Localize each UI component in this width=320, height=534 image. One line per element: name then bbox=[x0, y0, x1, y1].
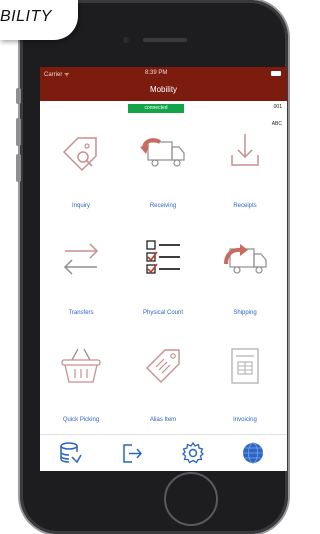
tile-label: Quick Picking bbox=[62, 417, 100, 423]
tile-inquiry[interactable]: Inquiry bbox=[40, 127, 122, 227]
tile-quick-picking[interactable]: Quick Picking bbox=[40, 341, 122, 441]
app-screen: Carrier ᯤ 8:39 PM Mobility connected 001… bbox=[40, 67, 287, 471]
tile-shipping[interactable]: Shipping bbox=[204, 234, 286, 334]
tile-label: Receipts bbox=[233, 203, 257, 209]
volume-down-button[interactable] bbox=[16, 154, 21, 182]
checklist-icon bbox=[146, 240, 180, 274]
tile-transfers[interactable]: Transfers bbox=[40, 234, 122, 334]
mute-switch[interactable] bbox=[16, 88, 21, 104]
tile-receiving[interactable]: Receiving bbox=[122, 127, 204, 227]
status-bar: Carrier ᯤ 8:39 PM bbox=[40, 67, 287, 81]
tile-label: Physical Count bbox=[142, 310, 184, 316]
volume-up-button[interactable] bbox=[16, 118, 21, 146]
camera bbox=[123, 37, 129, 43]
tile-receipts[interactable]: Receipts bbox=[204, 127, 286, 227]
code-line-1: 001 bbox=[273, 104, 282, 110]
transfer-arrows-icon bbox=[63, 243, 99, 275]
globe-icon[interactable] bbox=[241, 441, 265, 465]
tag-icon bbox=[146, 349, 180, 383]
speaker bbox=[143, 38, 187, 42]
gear-icon[interactable] bbox=[181, 441, 205, 465]
home-button[interactable] bbox=[164, 472, 218, 526]
basket-icon bbox=[61, 348, 101, 383]
battery-icon bbox=[271, 71, 281, 76]
tile-invoicing[interactable]: Invoicing bbox=[204, 341, 286, 441]
tile-label: Shipping bbox=[233, 310, 257, 316]
tab-bar bbox=[40, 434, 287, 471]
nav-bar: Mobility bbox=[40, 81, 287, 101]
page-title: Mobility bbox=[149, 85, 178, 94]
carrier-label: Carrier ᯤ bbox=[44, 72, 70, 78]
tile-label: Inquiry bbox=[71, 203, 90, 209]
banner-text: BILITY bbox=[0, 8, 52, 25]
tile-label: Invoicing bbox=[233, 417, 257, 423]
app-stage: Carrier ᯤ 8:39 PM Mobility connected 001… bbox=[0, 0, 293, 534]
tile-label: Transfers bbox=[68, 310, 94, 316]
status-time: 8:39 PM bbox=[145, 70, 168, 76]
tile-alias-item[interactable]: Alias Item bbox=[122, 341, 204, 441]
tile-label: Alias Item bbox=[149, 417, 177, 423]
connection-status-badge: connected bbox=[128, 104, 184, 113]
database-icon[interactable] bbox=[58, 441, 82, 465]
truck-ship-icon bbox=[224, 244, 267, 274]
tile-physical-count[interactable]: Physical Count bbox=[122, 234, 204, 334]
tag-search-icon bbox=[62, 137, 97, 172]
truck-receive-icon bbox=[140, 138, 185, 167]
brand-banner: BILITY bbox=[0, 0, 78, 40]
logout-icon[interactable] bbox=[120, 441, 144, 465]
invoice-icon bbox=[231, 348, 259, 384]
tile-label: Receiving bbox=[149, 203, 177, 209]
download-tray-icon bbox=[231, 134, 259, 166]
